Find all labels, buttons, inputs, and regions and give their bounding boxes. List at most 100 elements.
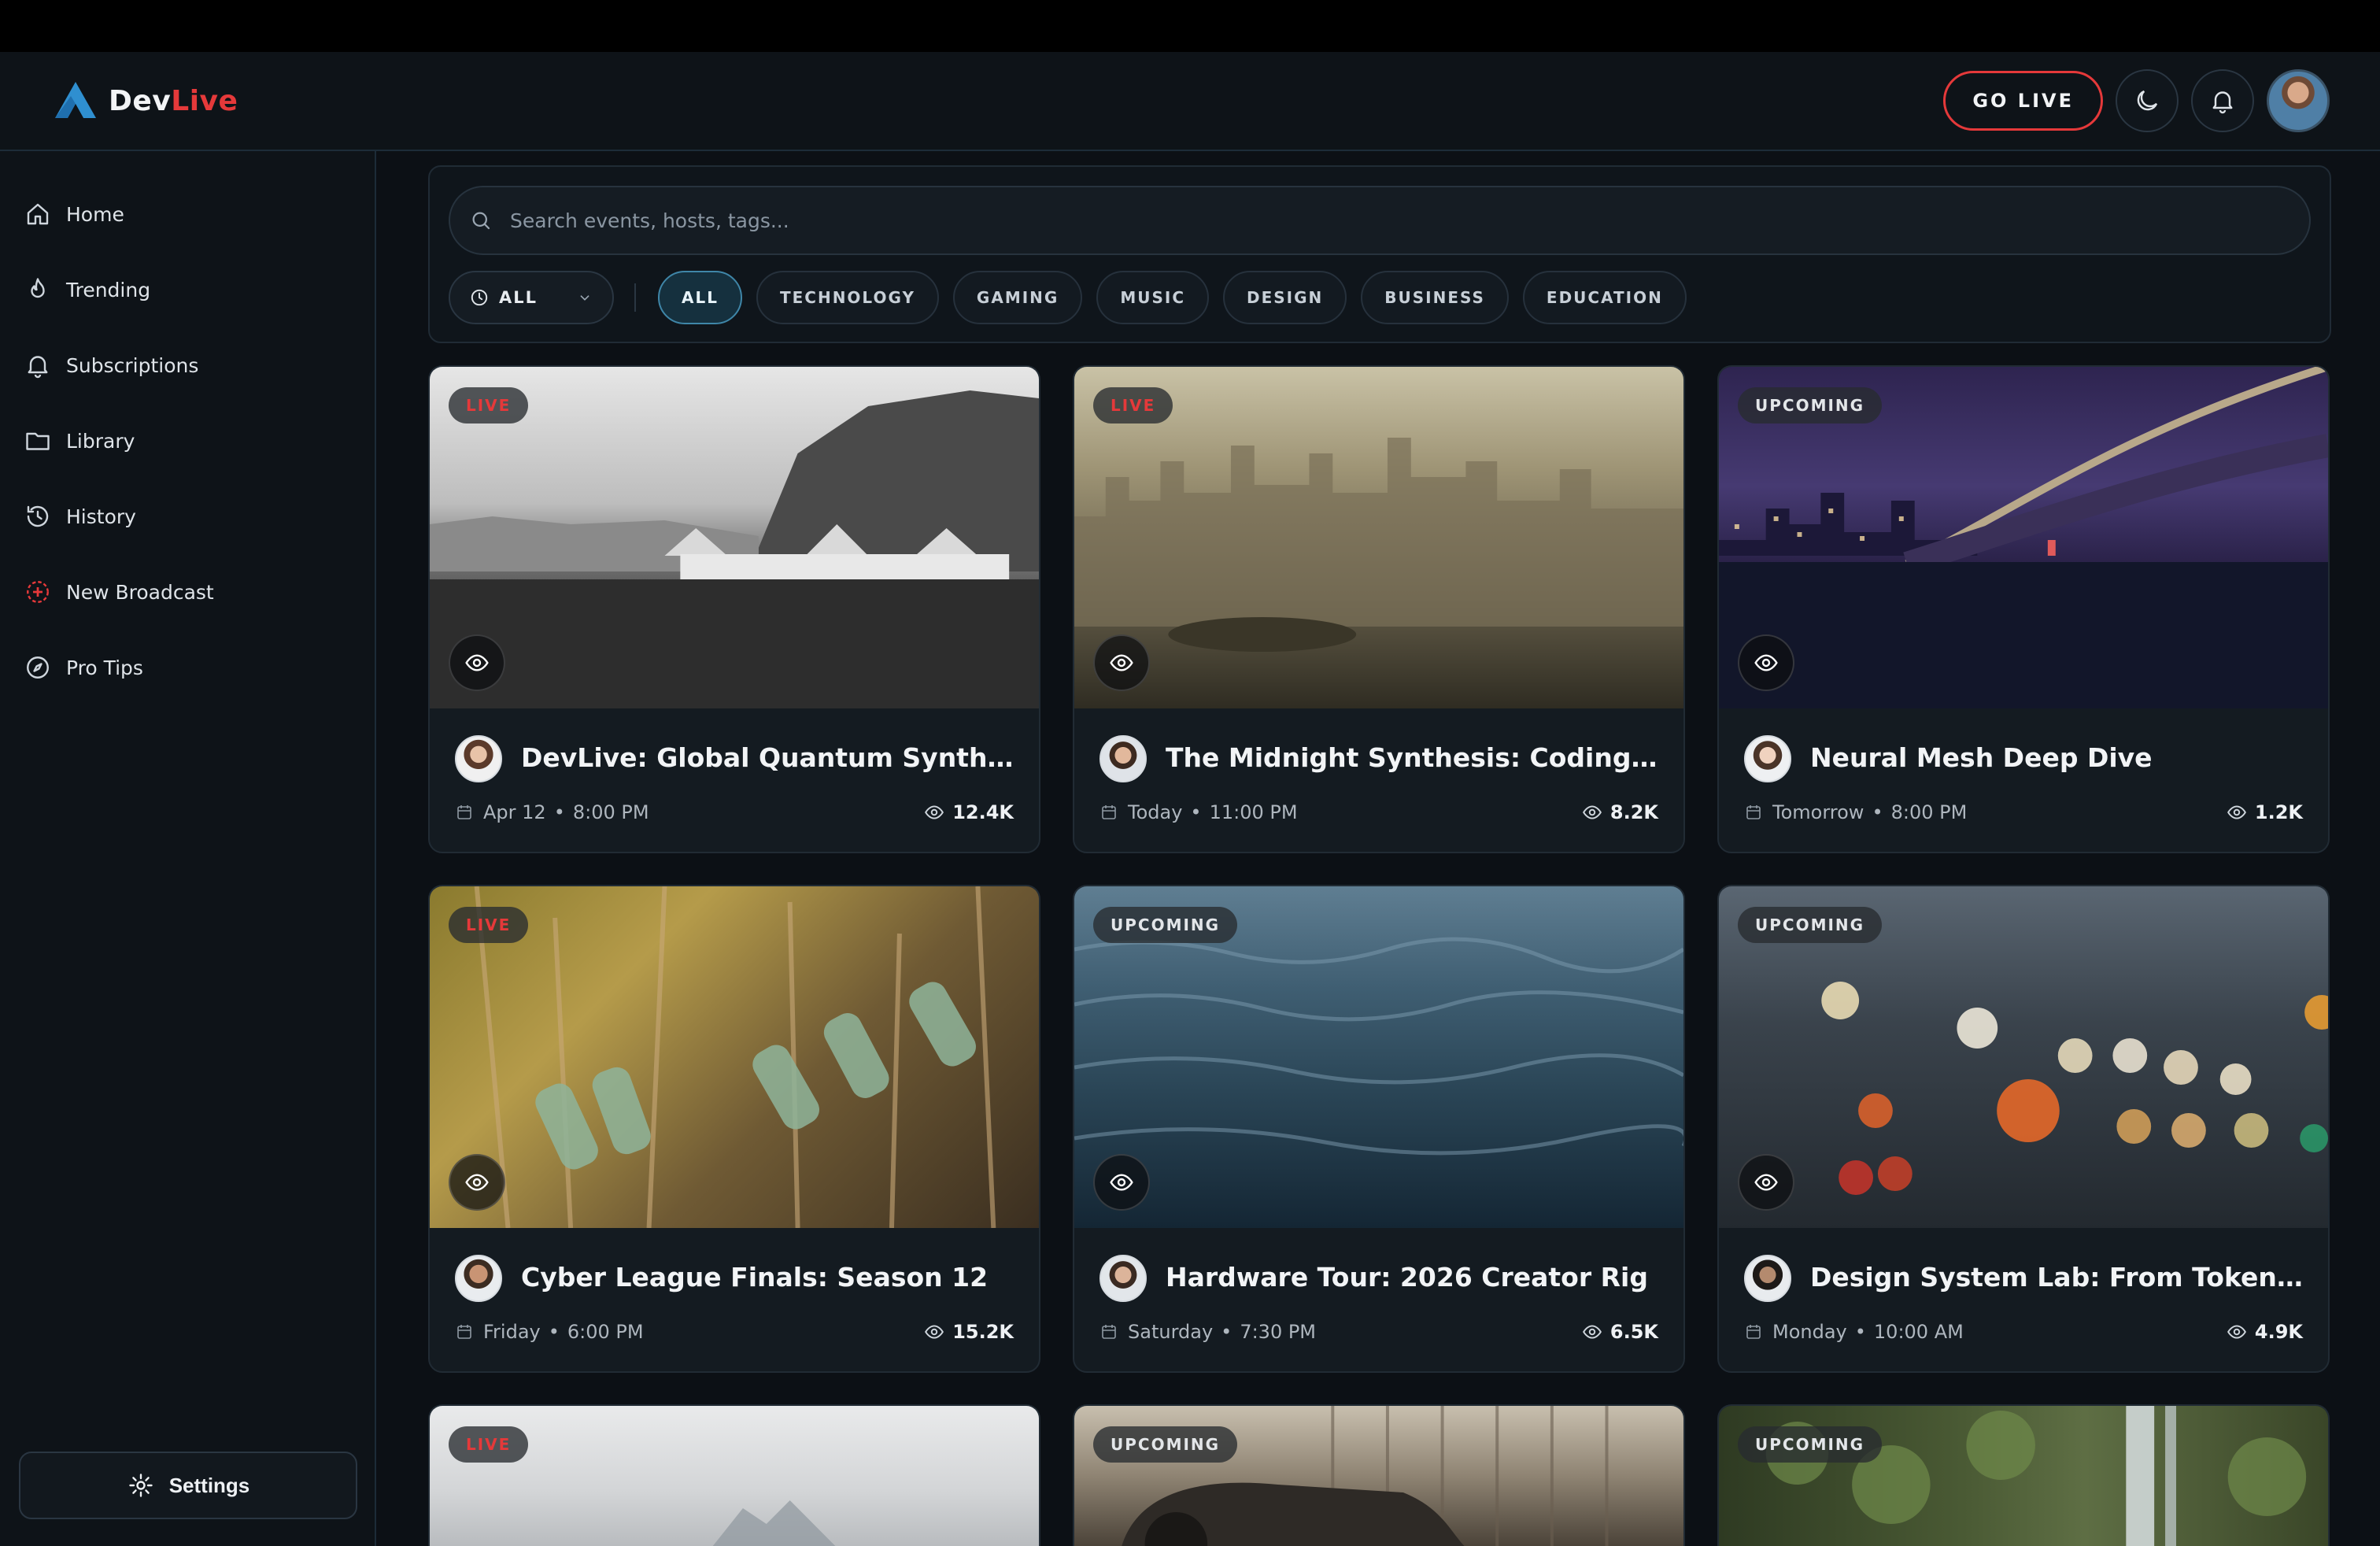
category-chip-all[interactable]: ALL (658, 271, 742, 324)
sidebar-item-subscriptions[interactable]: Subscriptions (24, 342, 198, 389)
flame-icon (31, 278, 45, 298)
history-icon (27, 505, 49, 527)
sidebar-item-label: Home (66, 202, 124, 226)
view-count: 15.2K (924, 1321, 1014, 1343)
sidebar: Home Trending Subscriptions Library Hist… (0, 151, 376, 1546)
settings-label: Settings (168, 1473, 250, 1497)
settings-button[interactable]: Settings (19, 1452, 357, 1519)
host-avatar[interactable] (1744, 1255, 1791, 1302)
app-title: DevLive (109, 84, 238, 117)
event-card[interactable]: LIVE The Midnight Synthesis: Coding and.… (1073, 365, 1685, 853)
watch-button[interactable] (449, 1154, 505, 1211)
event-title[interactable]: Neural Mesh Deep Dive (1810, 732, 2306, 784)
calendar-icon (1102, 805, 1116, 819)
notifications-button[interactable] (2191, 69, 2254, 132)
upcoming-badge: UPCOMING (1738, 907, 1883, 943)
sidebar-item-history[interactable]: History (24, 493, 136, 540)
host-avatar[interactable] (1099, 1255, 1147, 1302)
category-chip-education[interactable]: EDUCATION (1522, 271, 1687, 324)
folder-icon (26, 432, 50, 450)
event-card[interactable]: LIVE (428, 1404, 1040, 1546)
watch-button[interactable] (1738, 634, 1794, 691)
moon-icon (2137, 90, 2158, 111)
theme-toggle-button[interactable] (2116, 69, 2179, 132)
event-title[interactable]: Cyber League Finals: Season 12 (521, 1252, 1017, 1304)
host-avatar[interactable] (1744, 735, 1791, 782)
category-chip-gaming[interactable]: GAMING (952, 271, 1083, 324)
event-schedule: Today • 11:00 PM (1099, 801, 1298, 823)
sidebar-item-new-broadcast[interactable]: New Broadcast (24, 568, 214, 616)
host-avatar[interactable] (1099, 735, 1147, 782)
event-card[interactable]: UPCOMING Hardware Tour: 2026 Creator Rig… (1073, 885, 1685, 1373)
event-schedule: Apr 12 • 8:00 PM (455, 801, 649, 823)
event-card[interactable]: UPCOMING (1073, 1404, 1685, 1546)
upcoming-badge: UPCOMING (1738, 387, 1883, 423)
calendar-icon (1746, 1325, 1761, 1339)
time-filter-select[interactable]: ALL (449, 271, 614, 324)
category-chips: ALL TECHNOLOGY GAMING MUSIC DESIGN BUSIN… (658, 271, 1701, 324)
sidebar-item-pro-tips[interactable]: Pro Tips (24, 644, 143, 691)
event-card[interactable]: LIVE Cyber League Finals: Season 12 Frid… (428, 885, 1040, 1373)
view-count: 4.9K (2227, 1321, 2303, 1343)
eye-icon (1110, 654, 1133, 671)
eye-icon (2227, 1325, 2246, 1339)
watch-button[interactable] (1093, 1154, 1150, 1211)
live-badge: LIVE (1093, 387, 1173, 423)
watch-button[interactable] (1093, 634, 1150, 691)
calendar-icon (1102, 1325, 1116, 1339)
upcoming-badge: UPCOMING (1093, 1426, 1238, 1463)
eye-icon (1754, 654, 1778, 671)
eye-icon (465, 1174, 489, 1191)
upcoming-badge: UPCOMING (1093, 907, 1238, 943)
event-thumbnail (430, 1406, 1039, 1546)
plus-circle-icon (27, 581, 49, 603)
event-schedule: Friday • 6:00 PM (455, 1321, 644, 1343)
go-live-button[interactable]: GO LIVE (1943, 71, 2103, 131)
sidebar-item-library[interactable]: Library (24, 417, 135, 464)
eye-icon (1110, 1174, 1133, 1191)
event-title[interactable]: Design System Lab: From Tokens to... (1810, 1252, 2306, 1304)
event-card[interactable]: UPCOMING Neural Mesh Deep Dive Tomorrow •… (1717, 365, 2330, 853)
chevron-down-icon (580, 295, 589, 301)
host-avatar[interactable] (455, 735, 502, 782)
eye-icon (1582, 1325, 1602, 1339)
sidebar-item-home[interactable]: Home (24, 190, 124, 238)
clock-icon (471, 289, 488, 306)
category-chip-music[interactable]: MUSIC (1096, 271, 1209, 324)
category-chip-design[interactable]: DESIGN (1223, 271, 1347, 324)
search-input[interactable] (508, 188, 2309, 253)
event-title[interactable]: Hardware Tour: 2026 Creator Rig (1166, 1252, 1661, 1304)
view-count: 12.4K (924, 801, 1014, 823)
eye-icon (465, 654, 489, 671)
event-schedule: Tomorrow • 8:00 PM (1744, 801, 1967, 823)
sidebar-item-label: Trending (66, 278, 151, 301)
event-card[interactable]: UPCOMING (1717, 1404, 2330, 1546)
sidebar-item-label: Pro Tips (66, 656, 143, 679)
bell-icon (2212, 91, 2233, 114)
sidebar-item-trending[interactable]: Trending (24, 266, 150, 313)
live-badge: LIVE (449, 387, 529, 423)
app-logo[interactable]: DevLive (52, 80, 238, 121)
event-card[interactable]: LIVE DevLive: Global Quantum Synthesis A… (428, 365, 1040, 853)
upcoming-badge: UPCOMING (1738, 1426, 1883, 1463)
event-schedule: Saturday • 7:30 PM (1099, 1321, 1316, 1343)
view-count: 8.2K (1582, 801, 1658, 823)
calendar-icon (457, 805, 471, 819)
category-chip-technology[interactable]: TECHNOLOGY (756, 271, 939, 324)
watch-button[interactable] (1738, 1154, 1794, 1211)
user-avatar[interactable] (2267, 69, 2330, 132)
sidebar-item-label: New Broadcast (66, 580, 214, 604)
host-avatar[interactable] (455, 1255, 502, 1302)
category-chip-business[interactable]: BUSINESS (1361, 271, 1509, 324)
search-bar (449, 186, 2311, 255)
event-title[interactable]: The Midnight Synthesis: Coding and... (1166, 732, 1661, 784)
calendar-icon (457, 1325, 471, 1339)
event-title[interactable]: DevLive: Global Quantum Synthesis (521, 732, 1017, 784)
eye-icon (925, 1325, 944, 1339)
home-icon (27, 203, 49, 225)
watch-button[interactable] (449, 634, 505, 691)
app-header: DevLive GO LIVE (0, 52, 2380, 151)
logo-icon (55, 82, 96, 118)
event-card[interactable]: UPCOMING Design System Lab: From Tokens … (1717, 885, 2330, 1373)
sidebar-item-label: Subscriptions (66, 353, 199, 377)
